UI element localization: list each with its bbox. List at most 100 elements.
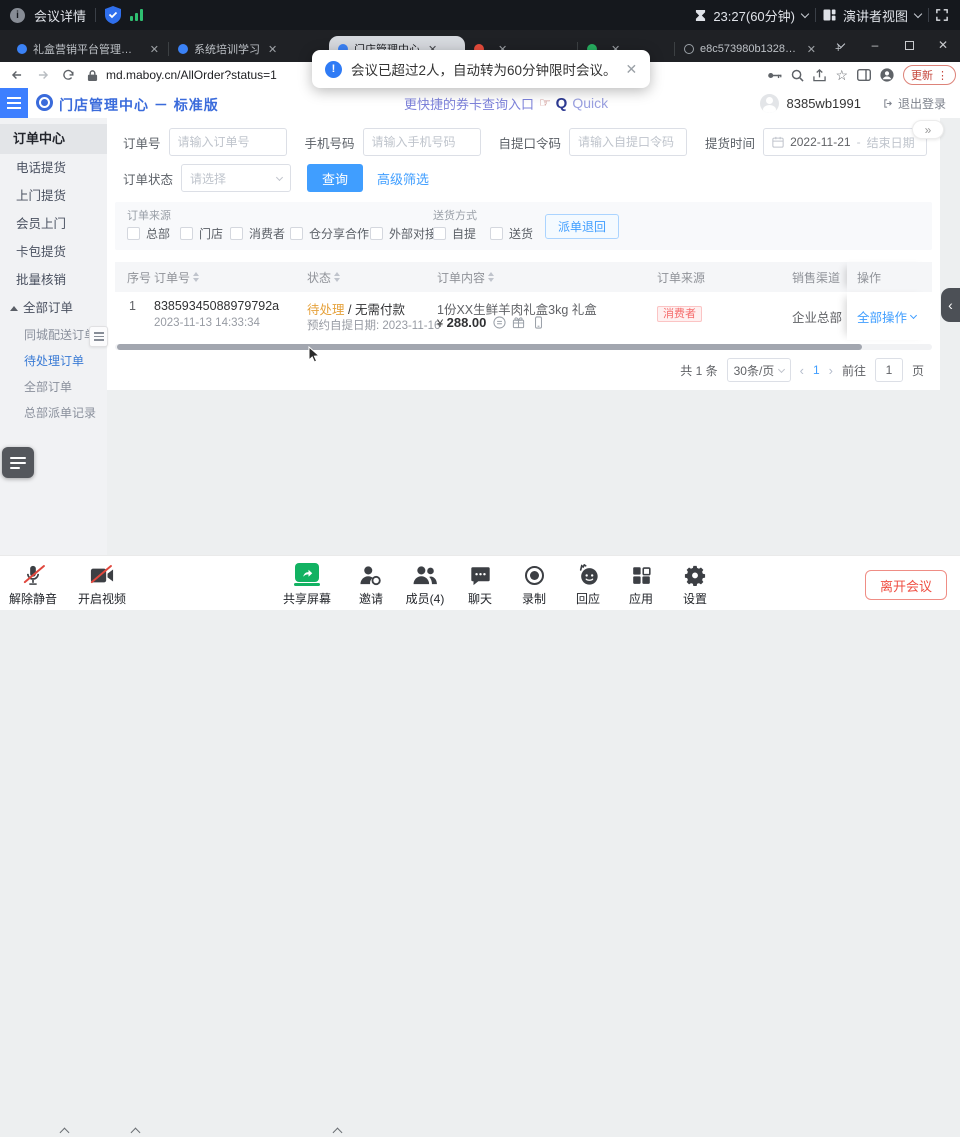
sort-icon[interactable] [488, 272, 494, 282]
sort-icon[interactable] [334, 272, 340, 282]
start-date-value[interactable]: 2022-11-21 [790, 135, 851, 149]
sidebar-toggle-button[interactable] [0, 88, 28, 118]
checkbox-icon[interactable] [433, 227, 446, 240]
col-order-no[interactable]: 订单号 [154, 262, 199, 292]
sidebar-sub-all-orders[interactable]: 全部订单 [0, 374, 107, 400]
leave-meeting-button[interactable]: 离开会议 [865, 570, 947, 600]
quick-card-query-link[interactable]: 更快捷的券卡查询入口 [404, 94, 534, 113]
tab-close-icon[interactable]: ✕ [268, 43, 277, 56]
checkbox-icon[interactable] [127, 227, 140, 240]
gift-icon[interactable] [512, 316, 525, 332]
chat-button[interactable]: 聊天 [452, 563, 508, 607]
meeting-details-label[interactable]: 会议详情 [34, 6, 86, 25]
share-options-chevron[interactable] [333, 1128, 343, 1137]
window-maximize-button[interactable] [892, 30, 926, 60]
end-date-placeholder[interactable]: 结束日期 [867, 134, 915, 151]
timer-dropdown-icon[interactable] [801, 9, 809, 17]
current-page[interactable]: 1 [813, 363, 820, 377]
logout-button[interactable]: 退出登录 [883, 95, 946, 112]
sidebar-item-card-pickup[interactable]: 卡包提货 [0, 238, 107, 266]
delivery-ship-checkbox[interactable]: 送货 [490, 225, 533, 242]
members-button[interactable]: 成员(4) [397, 563, 453, 607]
dispatch-return-button[interactable]: 派单退回 [545, 214, 619, 239]
tab-close-icon[interactable]: ✕ [150, 43, 159, 56]
security-shield-icon[interactable] [105, 6, 121, 24]
panel-collapse-button[interactable]: » [912, 120, 944, 139]
checkbox-icon[interactable] [290, 227, 303, 240]
back-icon[interactable] [10, 68, 24, 82]
view-mode-label[interactable]: 演讲者视图 [843, 6, 908, 25]
forward-icon[interactable] [36, 68, 50, 82]
bookmark-star-icon[interactable]: ☆ [835, 67, 848, 84]
sidebar-collapse-handle[interactable] [89, 326, 108, 347]
sidebar-item-door-pickup[interactable]: 上门提货 [0, 182, 107, 210]
quick-word[interactable]: Quick [572, 95, 608, 111]
mic-options-chevron[interactable] [60, 1128, 70, 1137]
sidebar-item-all-orders[interactable]: 全部订单 [0, 294, 107, 322]
checkbox-icon[interactable] [230, 227, 243, 240]
share-screen-button[interactable]: 共享屏幕 [279, 563, 335, 607]
window-minimize-button[interactable]: – [858, 30, 892, 60]
view-dropdown-icon[interactable] [914, 9, 922, 17]
apps-button[interactable]: 应用 [613, 563, 669, 607]
chrome-update-button[interactable]: 更新 ⋮ [903, 65, 956, 85]
quick-q-logo[interactable]: Q [556, 95, 568, 112]
invoice-icon[interactable] [493, 316, 506, 332]
sidebar-sub-hq-dispatch[interactable]: 总部派单记录 [0, 400, 107, 426]
horizontal-scrollbar-thumb[interactable] [117, 344, 862, 350]
side-panel-icon[interactable] [857, 69, 871, 81]
video-options-chevron[interactable] [131, 1128, 141, 1137]
settings-button[interactable]: 设置 [667, 563, 723, 607]
checkbox-icon[interactable] [370, 227, 383, 240]
prev-page-button[interactable]: ‹ [800, 363, 804, 378]
all-actions-dropdown[interactable]: 全部操作 [857, 307, 916, 326]
refresh-icon[interactable] [62, 69, 75, 82]
side-panel-expand-tab[interactable]: ‹ [941, 288, 960, 322]
fullscreen-icon[interactable] [936, 9, 948, 21]
url-address[interactable]: md.maboy.cn/AllOrder?status=1 [106, 68, 277, 82]
password-key-icon[interactable] [767, 71, 782, 80]
date-range-picker[interactable]: 2022-11-21 - 结束日期 [763, 128, 927, 156]
annotation-tool-button[interactable] [2, 447, 34, 478]
source-hq-checkbox[interactable]: 总部 [127, 225, 170, 242]
window-close-button[interactable]: ✕ [926, 30, 960, 60]
sidebar-item-phone-pickup[interactable]: 电话提货 [0, 154, 107, 182]
pickup-code-input[interactable] [569, 128, 687, 156]
advanced-filter-link[interactable]: 高级筛选 [377, 169, 429, 188]
network-signal-icon[interactable] [130, 9, 143, 21]
zoom-icon[interactable] [791, 69, 804, 82]
phone-input[interactable] [363, 128, 481, 156]
sidebar-item-member-visit[interactable]: 会员上门 [0, 210, 107, 238]
checkbox-icon[interactable] [180, 227, 193, 240]
browser-tab-6[interactable]: e8c573980b1328a258fd2e6 ✕ [675, 36, 825, 62]
reactions-button[interactable]: 回应 [560, 563, 616, 607]
col-content[interactable]: 订单内容 [437, 262, 494, 292]
browser-tab-1[interactable]: 礼盒营销平台管理中心 ✕ [8, 36, 168, 62]
sidebar-sub-pending-orders[interactable]: 待处理订单 [0, 348, 107, 374]
browser-tab-2[interactable]: 系统培训学习 ✕ [169, 36, 329, 62]
notification-close-icon[interactable]: ✕ [626, 61, 638, 78]
table-row[interactable]: 1 83859345088979792a 2023-11-13 14:33:34… [115, 292, 932, 340]
unmute-button[interactable]: 解除静音 [5, 563, 61, 607]
source-warehouse-share-checkbox[interactable]: 仓分享合作 [290, 225, 369, 242]
source-external-checkbox[interactable]: 外部对接 [370, 225, 437, 242]
start-video-button[interactable]: 开启视频 [74, 563, 130, 607]
invite-button[interactable]: 邀请 [343, 563, 399, 607]
source-store-checkbox[interactable]: 门店 [180, 225, 223, 242]
next-page-button[interactable]: › [829, 363, 833, 378]
user-avatar[interactable] [760, 94, 779, 113]
page-size-select[interactable]: 30条/页 [727, 358, 791, 382]
goto-page-input[interactable] [875, 358, 903, 382]
profile-avatar-icon[interactable] [880, 68, 894, 82]
meeting-info-icon[interactable]: i [10, 8, 25, 23]
tab-search-icon[interactable] [824, 30, 858, 60]
record-button[interactable]: 录制 [506, 563, 562, 607]
source-consumer-checkbox[interactable]: 消费者 [230, 225, 285, 242]
order-no-input[interactable] [169, 128, 287, 156]
mobile-icon[interactable] [532, 316, 545, 332]
horizontal-scrollbar-track[interactable] [115, 344, 932, 350]
delivery-pickup-checkbox[interactable]: 自提 [433, 225, 476, 242]
tab-close-icon[interactable]: ✕ [807, 43, 816, 56]
checkbox-icon[interactable] [490, 227, 503, 240]
order-status-select[interactable]: 请选择 [181, 164, 291, 192]
